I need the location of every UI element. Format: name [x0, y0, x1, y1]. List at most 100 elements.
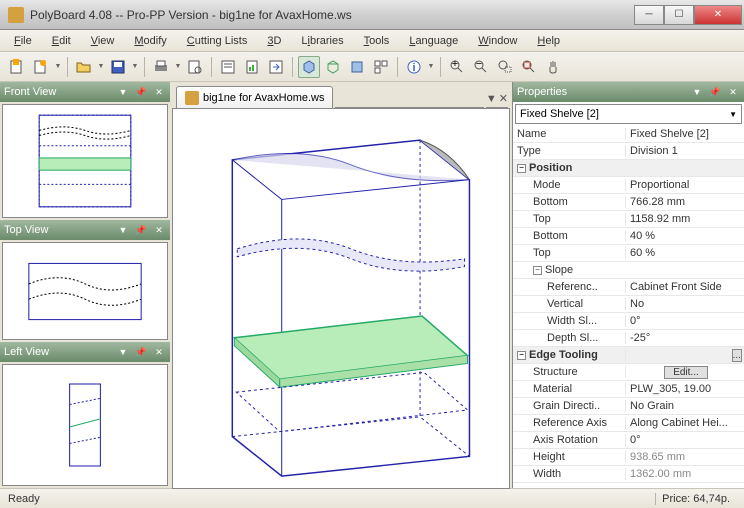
pin-icon[interactable]: 📌	[134, 85, 148, 99]
main-area: Front View ▼ 📌 ✕ Top View ▼ 📌 ✕	[0, 82, 744, 488]
prop-top-pct[interactable]: Top60 %	[513, 245, 744, 262]
zoom-out-icon[interactable]: −	[470, 56, 492, 78]
maximize-button[interactable]: ☐	[664, 5, 694, 25]
left-view-title: Left View	[4, 346, 112, 358]
dropdown-icon[interactable]: ▼	[116, 223, 130, 237]
pin-icon[interactable]: 📌	[708, 85, 722, 99]
new-project-icon[interactable]	[30, 56, 52, 78]
front-view-header: Front View ▼ 📌 ✕	[0, 82, 170, 102]
save-icon[interactable]	[107, 56, 129, 78]
status-price: Price: 64,74p.	[655, 493, 736, 505]
save-dropdown[interactable]: ▼	[131, 63, 139, 70]
export-icon[interactable]	[265, 56, 287, 78]
tab-label: big1ne for AvaxHome.ws	[203, 92, 324, 104]
pin-icon[interactable]: 📌	[134, 223, 148, 237]
menu-window[interactable]: Window	[472, 33, 523, 49]
menu-help[interactable]: Help	[531, 33, 566, 49]
close-panel-icon[interactable]: ✕	[152, 85, 166, 99]
prop-structure[interactable]: StructureEdit...	[513, 364, 744, 381]
properties-grid: NameFixed Shelve [2] TypeDivision 1 −Pos…	[513, 126, 744, 488]
prop-bottom-pct[interactable]: Bottom40 %	[513, 228, 744, 245]
top-view-canvas[interactable]	[2, 242, 168, 340]
collapse-icon[interactable]: −	[533, 266, 542, 275]
prop-vertical[interactable]: VerticalNo	[513, 296, 744, 313]
menu-file[interactable]: File	[8, 33, 38, 49]
pin-icon[interactable]: 📌	[134, 345, 148, 359]
menu-cutting-lists[interactable]: Cutting Lists	[181, 33, 254, 49]
top-view-title: Top View	[4, 224, 112, 236]
edit-button[interactable]: Edit...	[664, 366, 708, 379]
dropdown-icon[interactable]: ▼	[116, 85, 130, 99]
tab-close-icon[interactable]: ✕	[499, 92, 508, 105]
prop-type[interactable]: TypeDivision 1	[513, 143, 744, 160]
dropdown-icon[interactable]: ▼	[690, 85, 704, 99]
front-view-title: Front View	[4, 86, 112, 98]
3d-view-icon[interactable]	[298, 56, 320, 78]
prop-name[interactable]: NameFixed Shelve [2]	[513, 126, 744, 143]
close-panel-icon[interactable]: ✕	[152, 345, 166, 359]
prop-grain[interactable]: Grain Directi..No Grain	[513, 398, 744, 415]
window-title: PolyBoard 4.08 -- Pro-PP Version - big1n…	[30, 8, 634, 22]
info-dropdown[interactable]: ▼	[427, 63, 435, 70]
zoom-window-icon[interactable]	[494, 56, 516, 78]
info-icon[interactable]: i	[403, 56, 425, 78]
menu-tools[interactable]: Tools	[358, 33, 396, 49]
new-cabinet-icon[interactable]	[6, 56, 28, 78]
prop-group-position[interactable]: −Position	[513, 160, 744, 177]
properties-title: Properties	[517, 86, 686, 98]
wireframe-icon[interactable]	[322, 56, 344, 78]
tab-dropdown-icon[interactable]: ▼	[486, 93, 497, 105]
menu-edit[interactable]: Edit	[46, 33, 77, 49]
prop-width[interactable]: Width1362.00 mm	[513, 466, 744, 483]
cutting-list-icon[interactable]	[217, 56, 239, 78]
menu-3d[interactable]: 3D	[261, 33, 287, 49]
new-dropdown[interactable]: ▼	[54, 63, 62, 70]
3d-canvas[interactable]	[172, 108, 510, 489]
prop-bottom-mm[interactable]: Bottom766.28 mm	[513, 194, 744, 211]
print-dropdown[interactable]: ▼	[174, 63, 182, 70]
collapse-icon[interactable]: −	[517, 164, 526, 173]
tab-document[interactable]: big1ne for AvaxHome.ws	[176, 86, 333, 108]
document-icon	[185, 91, 199, 105]
prop-height[interactable]: Height938.65 mm	[513, 449, 744, 466]
prop-top-mm[interactable]: Top1158.92 mm	[513, 211, 744, 228]
prop-reference[interactable]: Referenc..Cabinet Front Side	[513, 279, 744, 296]
prop-group-slope[interactable]: −Slope	[513, 262, 744, 279]
prop-reference-axis[interactable]: Reference AxisAlong Cabinet Hei...	[513, 415, 744, 432]
left-view-canvas[interactable]	[2, 364, 168, 486]
app-icon	[8, 7, 24, 23]
prop-depth-slope[interactable]: Depth Sl...-25°	[513, 330, 744, 347]
prop-group-edge-tooling[interactable]: −Edge Tooling...	[513, 347, 744, 364]
prop-width-slope[interactable]: Width Sl...0°	[513, 313, 744, 330]
views-icon[interactable]	[370, 56, 392, 78]
print-icon[interactable]	[150, 56, 172, 78]
zoom-in-icon[interactable]: +	[446, 56, 468, 78]
menu-libraries[interactable]: Libraries	[295, 33, 349, 49]
open-icon[interactable]	[73, 56, 95, 78]
zoom-fit-icon[interactable]	[518, 56, 540, 78]
titlebar: PolyBoard 4.08 -- Pro-PP Version - big1n…	[0, 0, 744, 30]
prop-material[interactable]: MaterialPLW_305, 19.00	[513, 381, 744, 398]
menu-view[interactable]: View	[85, 33, 121, 49]
menu-language[interactable]: Language	[403, 33, 464, 49]
shaded-icon[interactable]	[346, 56, 368, 78]
properties-panel: Properties ▼ 📌 ✕ Fixed Shelve [2] ▼ Name…	[512, 82, 744, 488]
open-dropdown[interactable]: ▼	[97, 63, 105, 70]
close-button[interactable]: ✕	[694, 5, 742, 25]
properties-selector[interactable]: Fixed Shelve [2] ▼	[515, 104, 742, 124]
minimize-button[interactable]: ─	[634, 5, 664, 25]
ellipsis-button[interactable]: ...	[732, 349, 742, 362]
collapse-icon[interactable]: −	[517, 351, 526, 360]
prop-mode[interactable]: ModeProportional	[513, 177, 744, 194]
close-panel-icon[interactable]: ✕	[726, 85, 740, 99]
front-view-canvas[interactable]	[2, 104, 168, 218]
pan-icon[interactable]	[542, 56, 564, 78]
dropdown-icon[interactable]: ▼	[116, 345, 130, 359]
properties-header: Properties ▼ 📌 ✕	[513, 82, 744, 102]
print-preview-icon[interactable]	[184, 56, 206, 78]
prop-axis-rotation[interactable]: Axis Rotation0°	[513, 432, 744, 449]
close-panel-icon[interactable]: ✕	[152, 223, 166, 237]
left-view-header: Left View ▼ 📌 ✕	[0, 342, 170, 362]
menu-modify[interactable]: Modify	[128, 33, 172, 49]
report-icon[interactable]	[241, 56, 263, 78]
